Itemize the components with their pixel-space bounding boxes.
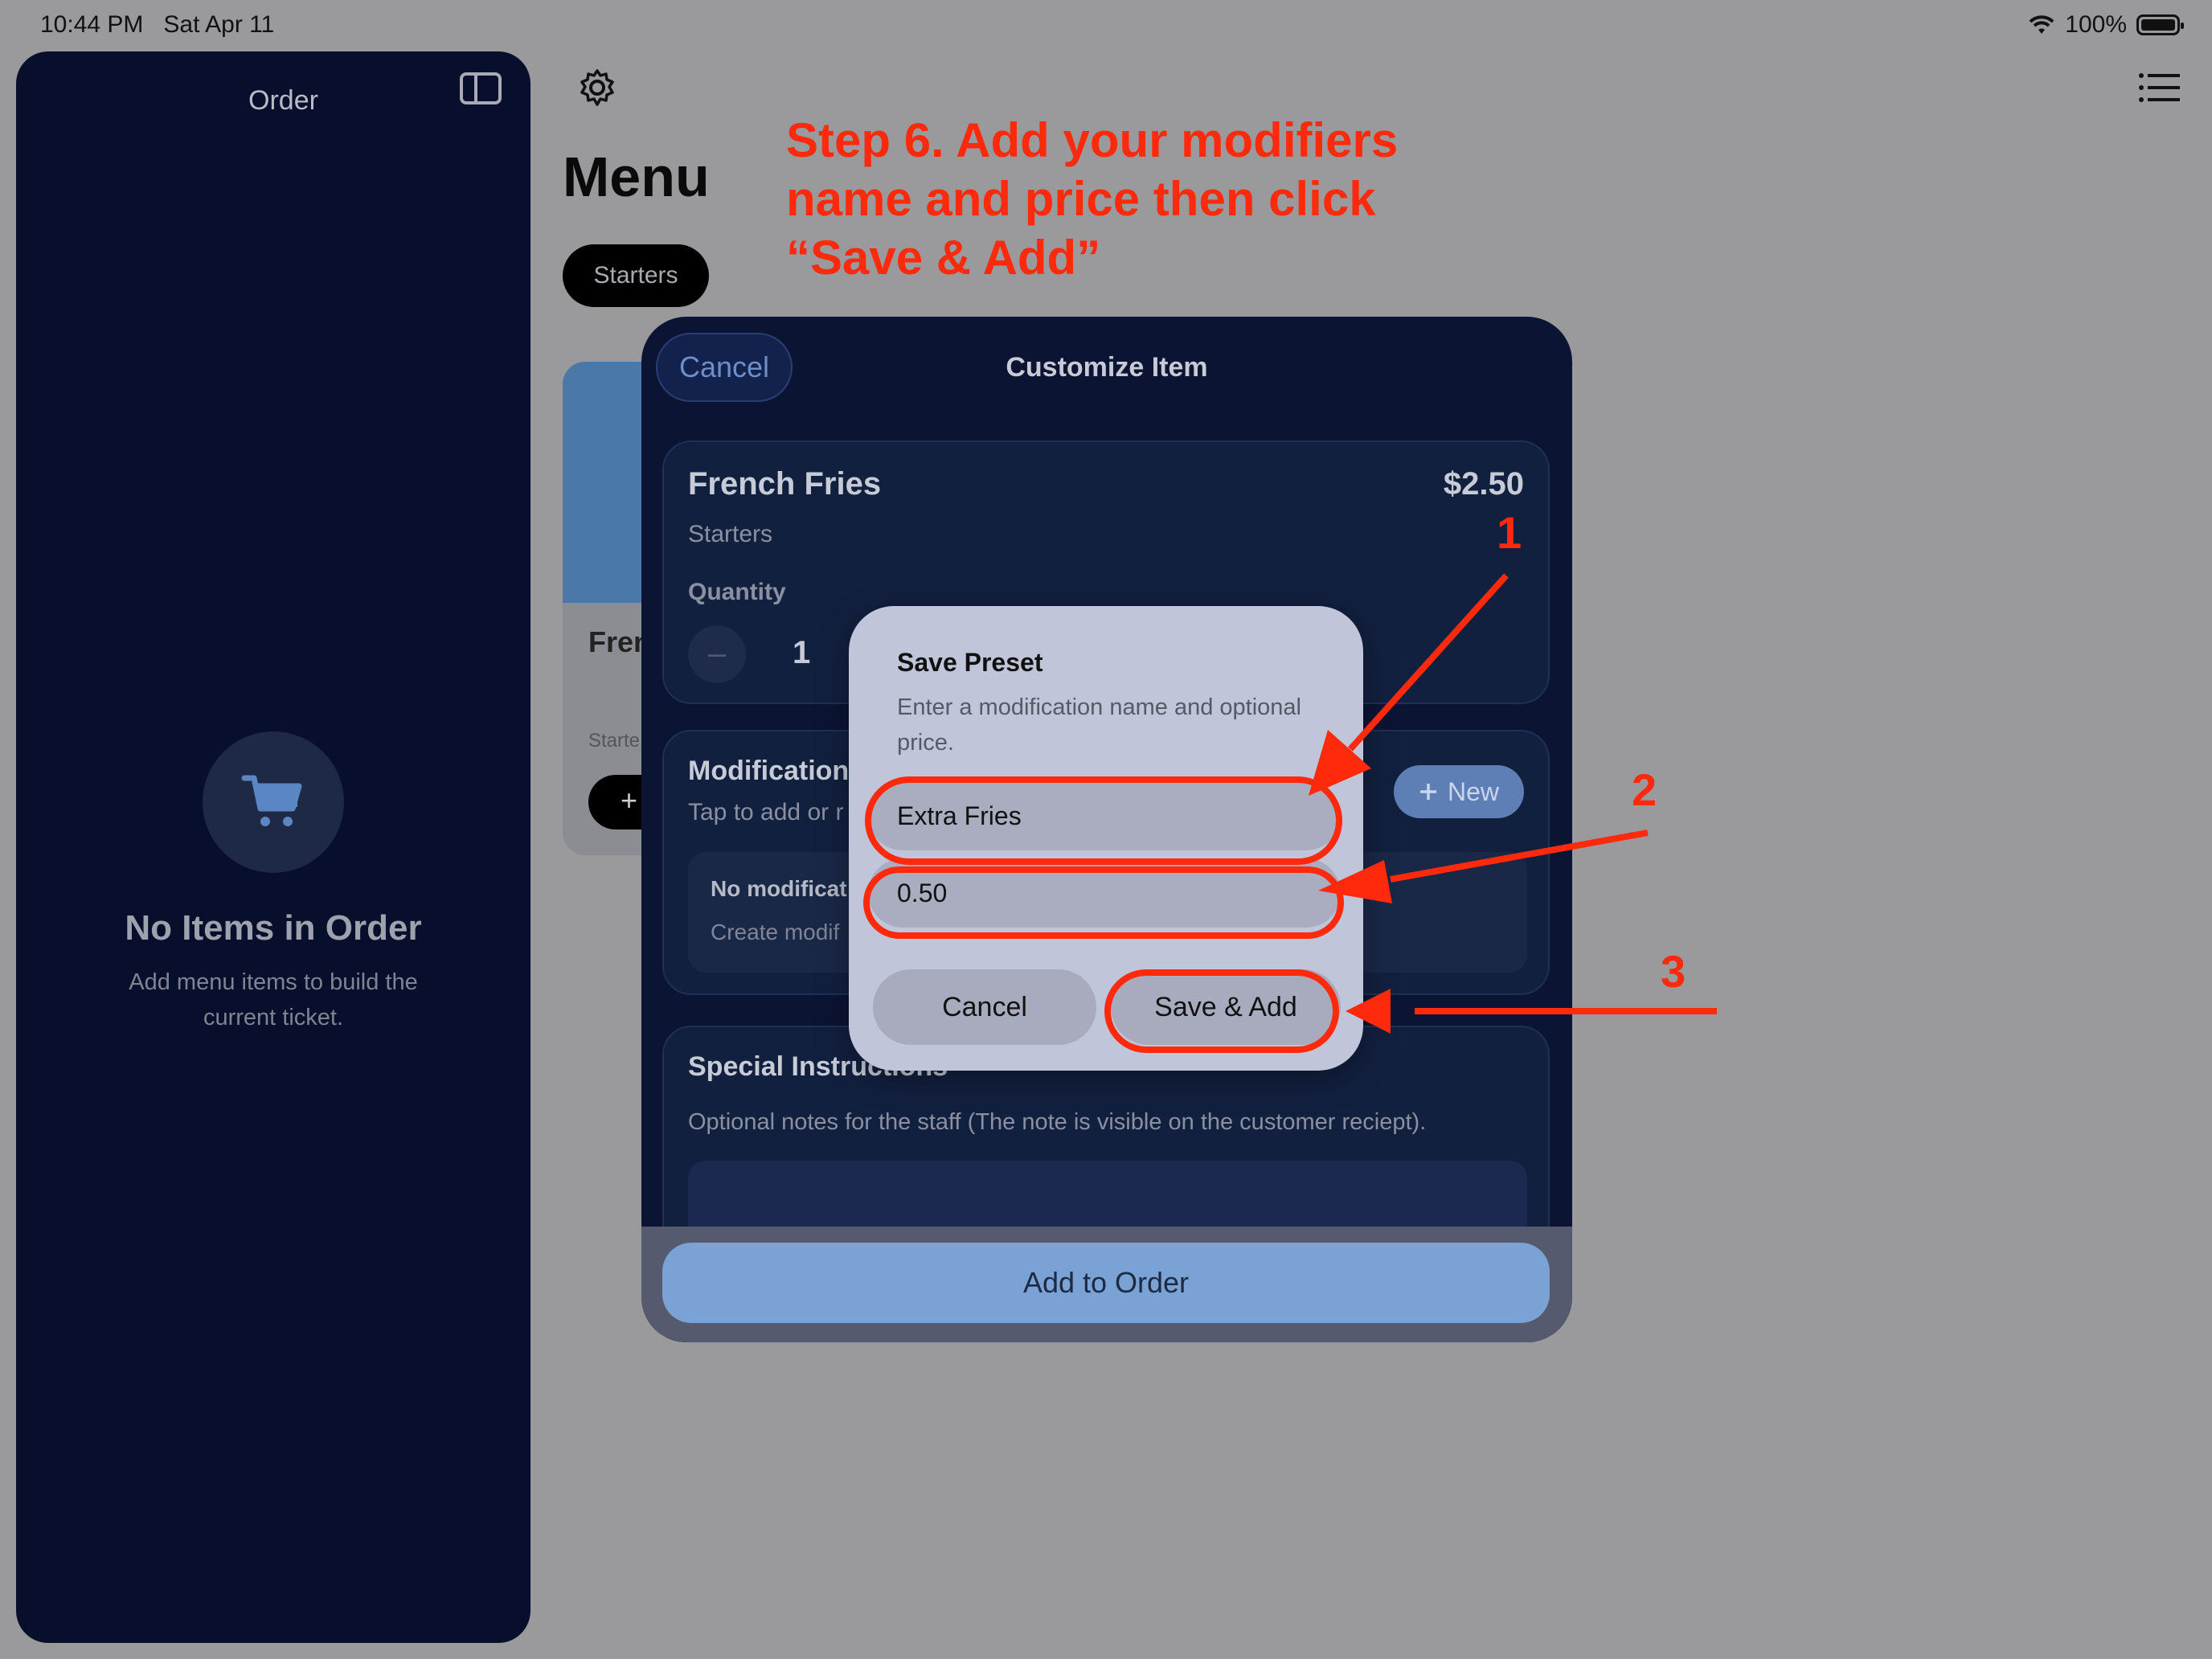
modifications-title: Modifications xyxy=(688,756,865,786)
new-modification-button[interactable]: New xyxy=(1394,765,1524,818)
empty-order-title: No Items in Order xyxy=(125,908,422,948)
menu-item-category: Starte xyxy=(588,730,641,752)
item-category: Starters xyxy=(688,521,773,547)
dialog-message: Enter a modification name and optional p… xyxy=(897,694,1301,756)
battery-percent: 100% xyxy=(2065,11,2127,38)
annotation-ring-price xyxy=(863,866,1344,939)
plus-icon xyxy=(1419,784,1436,800)
annotation-ring-save xyxy=(1104,969,1339,1053)
dialog-title: Save Preset xyxy=(897,648,1043,677)
special-instructions-subtitle: Optional notes for the staff (The note i… xyxy=(688,1109,1427,1135)
modifications-subtitle: Tap to add or r xyxy=(688,799,844,825)
new-button-label: New xyxy=(1447,776,1499,806)
wifi-icon xyxy=(2029,15,2054,34)
category-starters-tab[interactable]: Starters xyxy=(563,244,709,307)
annotation-ring-name xyxy=(865,776,1342,865)
annotation-step-1: 1 xyxy=(1497,507,1522,558)
tutorial-instruction: Step 6. Add your modifiers name and pric… xyxy=(786,113,1399,285)
annotation-step-2: 2 xyxy=(1632,764,1657,815)
quantity-label: Quantity xyxy=(688,579,786,605)
no-modifications-title: No modificat xyxy=(711,876,847,901)
list-icon[interactable] xyxy=(2138,72,2180,103)
gear-icon[interactable] xyxy=(577,68,617,108)
status-time: 10:44 PM Sat Apr 11 xyxy=(40,11,275,38)
add-to-order-button[interactable]: Add to Order xyxy=(662,1243,1550,1323)
status-indicators: 100% xyxy=(2028,11,2184,39)
item-price: $2.50 xyxy=(1443,466,1524,502)
quantity-decrement-button[interactable]: – xyxy=(688,625,746,683)
annotation-step-3: 3 xyxy=(1661,946,1686,997)
battery-icon xyxy=(2136,14,2184,35)
order-sidebar: Order No Items in Order Add menu items t… xyxy=(16,51,530,1643)
cart-icon xyxy=(203,731,344,873)
item-name: French Fries xyxy=(688,466,882,502)
empty-order-subtitle: Add menu items to build the current tick… xyxy=(129,969,418,1030)
sidebar-toggle-icon[interactable] xyxy=(460,72,502,104)
menu-title: Menu xyxy=(563,145,710,208)
no-modifications-subtitle: Create modif xyxy=(711,920,840,944)
dialog-cancel-button[interactable]: Cancel xyxy=(873,969,1096,1045)
quantity-value: 1 xyxy=(793,635,811,670)
sheet-title: Customize Item xyxy=(1006,352,1208,383)
